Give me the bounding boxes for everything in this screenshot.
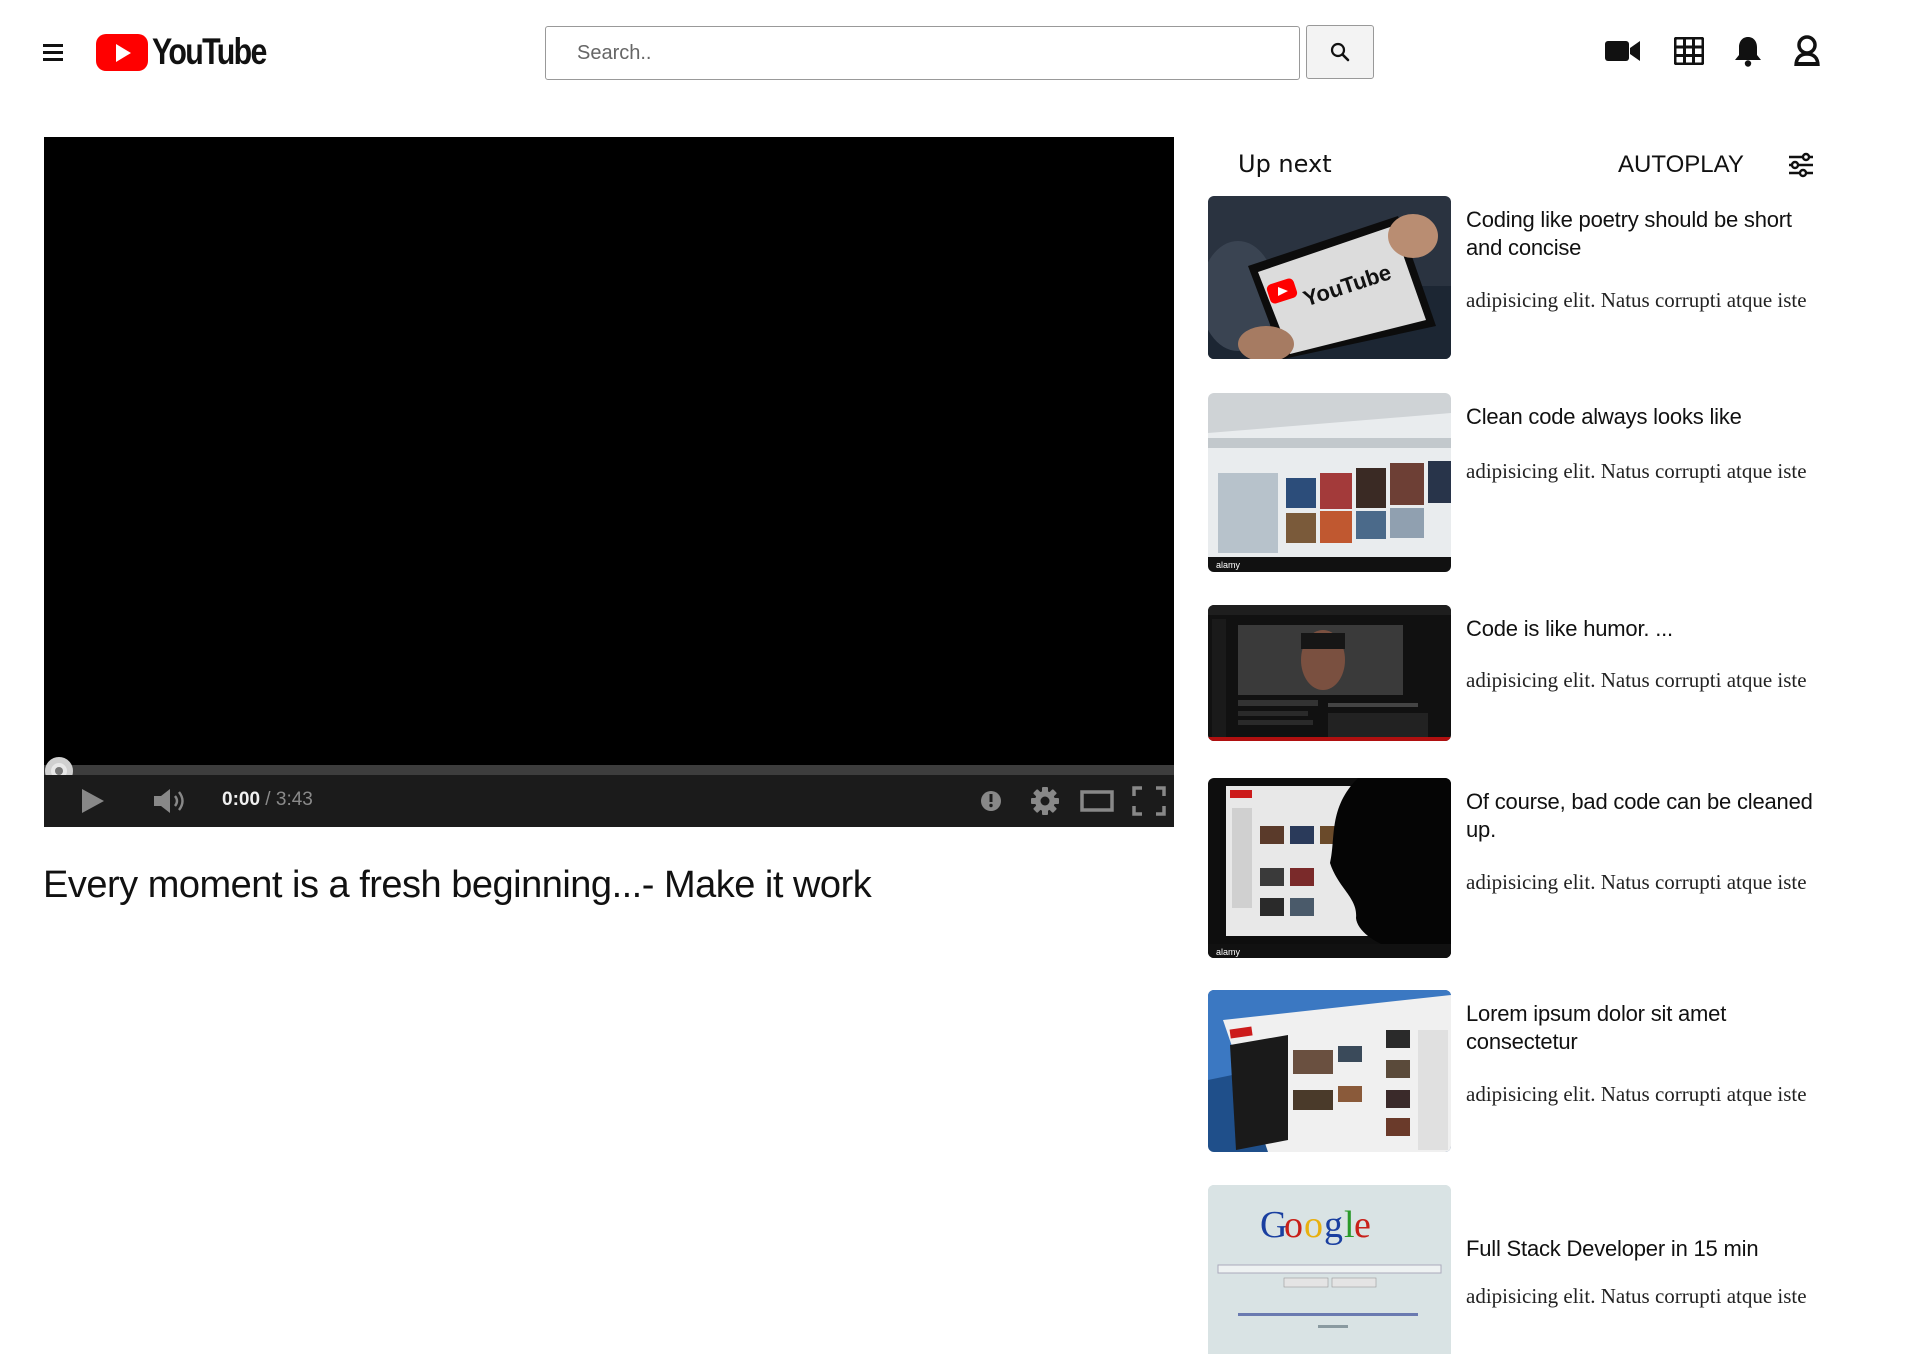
item-description: adipisicing elit. Natus corrupti atque i… — [1466, 1082, 1807, 1106]
up-next-item[interactable]: alamy Of course, bad code can be cleaned… — [1208, 778, 1818, 960]
search-icon — [1330, 42, 1350, 62]
player-controls: 0:00 / 3:43 — [44, 775, 1174, 827]
up-next-item[interactable]: Code is like humor. ... adipisicing elit… — [1208, 605, 1818, 745]
video-thumbnail[interactable]: alamy — [1208, 393, 1451, 572]
up-next-item[interactable]: alamy Clean code always looks like adipi… — [1208, 393, 1818, 573]
item-title[interactable]: Of course, bad code can be cleaned up. — [1466, 788, 1826, 844]
svg-text:o: o — [1284, 1204, 1303, 1246]
svg-text:e: e — [1354, 1204, 1371, 1246]
svg-text:l: l — [1344, 1204, 1355, 1246]
autoplay-toggle[interactable]: AUTOPLAY — [1618, 151, 1744, 179]
filter-sliders-icon[interactable] — [1786, 150, 1816, 180]
up-next-item[interactable]: Lorem ipsum dolor sit amet consectetur a… — [1208, 990, 1818, 1155]
item-title[interactable]: Code is like humor. ... — [1466, 615, 1826, 643]
svg-text:alamy: alamy — [1216, 560, 1241, 570]
item-description: adipisicing elit. Natus corrupti atque i… — [1466, 870, 1807, 894]
youtube-logo[interactable]: YouTube — [96, 31, 291, 72]
up-next-heading: Up next — [1238, 150, 1332, 178]
svg-text:g: g — [1324, 1204, 1343, 1246]
up-next-item[interactable]: YouTube Coding like poetry should be sho… — [1208, 196, 1818, 361]
svg-text:o: o — [1304, 1204, 1323, 1246]
fullscreen-icon[interactable] — [1130, 785, 1168, 817]
item-title[interactable]: Lorem ipsum dolor sit amet consectetur — [1466, 1000, 1826, 1056]
video-thumbnail[interactable] — [1208, 605, 1451, 741]
menu-icon[interactable] — [40, 40, 66, 66]
volume-icon[interactable] — [152, 785, 188, 817]
time-display: 0:00 / 3:43 — [222, 789, 313, 811]
youtube-play-icon — [96, 33, 148, 71]
item-title[interactable]: Full Stack Developer in 15 min — [1466, 1235, 1826, 1263]
time-separator: / — [260, 789, 276, 810]
top-header: YouTube — [0, 0, 1920, 104]
item-description: adipisicing elit. Natus corrupti atque i… — [1466, 668, 1807, 692]
search-box — [545, 26, 1300, 80]
item-title[interactable]: Clean code always looks like — [1466, 403, 1826, 431]
item-description: adipisicing elit. Natus corrupti atque i… — [1466, 288, 1807, 312]
video-thumbnail[interactable]: G o o g l e alamy — [1208, 1185, 1451, 1354]
video-thumbnail[interactable]: alamy — [1208, 778, 1451, 958]
duration: 3:43 — [275, 789, 313, 810]
account-icon[interactable] — [1788, 34, 1826, 68]
item-description: adipisicing elit. Natus corrupti atque i… — [1466, 1284, 1807, 1308]
logo-text: YouTube — [152, 31, 267, 72]
theater-mode-icon[interactable] — [1078, 785, 1116, 817]
search-button[interactable] — [1306, 25, 1374, 79]
current-time: 0:00 — [222, 789, 261, 810]
video-player[interactable]: 0:00 / 3:43 — [44, 137, 1174, 827]
play-icon[interactable] — [78, 785, 108, 817]
info-icon[interactable] — [978, 785, 1004, 817]
svg-text:alamy: alamy — [1216, 947, 1241, 957]
item-title[interactable]: Coding like poetry should be short and c… — [1466, 206, 1826, 262]
search-input[interactable] — [546, 27, 1299, 79]
up-next-item[interactable]: G o o g l e alamy Full Stack Developer i… — [1208, 1185, 1818, 1354]
video-thumbnail[interactable] — [1208, 990, 1451, 1152]
video-thumbnail[interactable]: YouTube — [1208, 196, 1451, 359]
apps-grid-icon[interactable] — [1670, 34, 1708, 68]
video-title: Every moment is a fresh beginning...- Ma… — [43, 864, 872, 906]
item-description: adipisicing elit. Natus corrupti atque i… — [1466, 459, 1807, 483]
video-camera-icon[interactable] — [1604, 34, 1642, 68]
bell-icon[interactable] — [1729, 34, 1767, 68]
progress-bar[interactable] — [44, 765, 1174, 775]
settings-icon[interactable] — [1028, 785, 1062, 817]
